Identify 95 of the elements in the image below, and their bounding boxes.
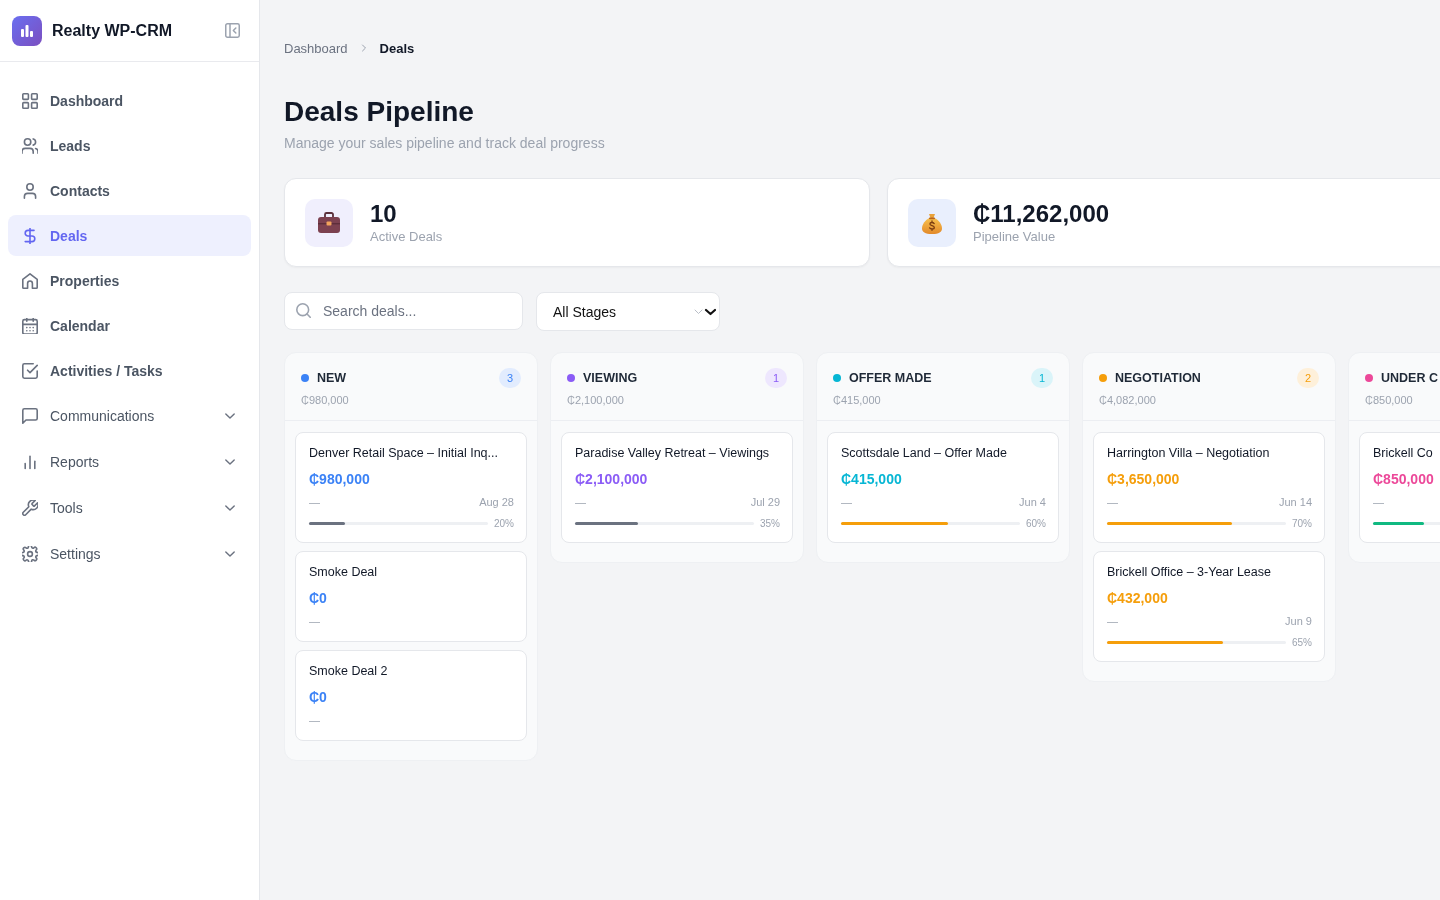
- deal-date: Jul 29: [750, 495, 780, 509]
- chat-bubble-icon: [22, 408, 38, 424]
- calendar-icon: [22, 317, 38, 334]
- breadcrumb-current: Deals: [379, 40, 415, 56]
- stat-label: Active Deals: [370, 228, 443, 245]
- deal-amount: ₵415,000: [841, 470, 903, 488]
- count-badge: 1: [1031, 368, 1053, 388]
- nav-link[interactable]: Activities / Tasks: [8, 350, 251, 391]
- deal-date: Aug 28: [479, 495, 514, 509]
- deal-card[interactable]: Harrington Villa – Negotiation ₵3,650,000 — Jun 14 70%: [1093, 432, 1325, 543]
- stage-title: NEGOTIATION: [1115, 371, 1201, 385]
- deal-detail: —: [309, 713, 320, 727]
- bar-chart-icon: [22, 454, 38, 470]
- deal-title: Smoke Deal: [309, 564, 379, 581]
- deal-date: Jun 9: [1285, 614, 1312, 628]
- nav-link[interactable]: Tools: [8, 487, 251, 529]
- stat-label: Pipeline Value: [973, 228, 1057, 245]
- panel-toggle-icon[interactable]: [225, 23, 240, 38]
- deal-date: Jun 4: [1019, 495, 1046, 509]
- settings-icon: [22, 546, 38, 562]
- deal-title: Paradise Valley Retreat – Viewings: [575, 445, 771, 462]
- stage-title: NEW: [317, 371, 347, 385]
- search-icon: [296, 303, 311, 318]
- deal-detail: —: [309, 614, 320, 628]
- nav-link[interactable]: Contacts: [8, 170, 251, 211]
- deal-amount: ₵3,650,000: [1107, 470, 1181, 488]
- stat-value: ₵11,262,000: [973, 200, 1110, 227]
- stage-title: UNDER C: [1381, 371, 1438, 385]
- search-field[interactable]: Search deals...: [284, 292, 523, 330]
- stage-total: ₵2,100,000: [567, 393, 625, 407]
- deal-title: Brickell Office – 3-Year Lease: [1107, 564, 1272, 581]
- caret-icon: [694, 307, 716, 316]
- deal-title: Brickell Co: [1373, 445, 1434, 462]
- deal-detail: —: [1373, 495, 1384, 509]
- deal-detail: —: [1107, 614, 1118, 628]
- deal-title: Denver Retail Space – Initial Inq...: [309, 445, 499, 462]
- deal-card[interactable]: Scottsdale Land – Offer Made ₵415,000 — Jun 4 60%: [827, 432, 1059, 543]
- deal-card[interactable]: Brickell Office – 3-Year Lease ₵432,000 — Jun 9 65%: [1093, 551, 1325, 662]
- deal-amount: ₵0: [309, 688, 328, 706]
- progress-percent: 60%: [1026, 517, 1046, 529]
- progress-percent: 70%: [1292, 517, 1312, 529]
- count-badge: 2: [1297, 368, 1319, 388]
- users-icon: [22, 137, 38, 154]
- deal-amount: ₵850,000: [1373, 470, 1435, 488]
- stat-value: 10: [370, 200, 398, 227]
- nav-link[interactable]: Deals: [8, 215, 251, 256]
- stage-title: OFFER MADE: [849, 371, 932, 385]
- deal-detail: —: [1107, 495, 1118, 509]
- nav-link[interactable]: Leads: [8, 125, 251, 166]
- nav-link[interactable]: Communications: [8, 395, 251, 437]
- grid-icon: [22, 92, 38, 109]
- money-bag-icon: [908, 198, 956, 247]
- deal-detail: —: [575, 495, 586, 509]
- nav-link[interactable]: Reports: [8, 441, 251, 483]
- deal-amount: ₵432,000: [1107, 589, 1169, 607]
- dollar-icon: [22, 227, 38, 244]
- count-badge: 1: [765, 368, 787, 388]
- brand-name: Realty WP-CRM: [52, 21, 173, 40]
- breadcrumb-link[interactable]: Dashboard: [284, 40, 348, 56]
- chart-logo-icon: [12, 15, 42, 46]
- deal-title: Scottsdale Land – Offer Made: [841, 445, 1008, 462]
- deal-amount: ₵0: [309, 589, 328, 607]
- nav-link[interactable]: Settings: [8, 533, 251, 575]
- deal-title: Smoke Deal 2: [309, 663, 389, 680]
- stage-total: ₵980,000: [301, 393, 350, 407]
- deal-title: Harrington Villa – Negotiation: [1107, 445, 1271, 462]
- user-icon: [22, 182, 38, 199]
- nav-link[interactable]: Dashboard: [8, 80, 251, 121]
- deal-detail: —: [309, 495, 320, 509]
- stage-select[interactable]: All Stages: [536, 292, 720, 331]
- deal-card[interactable]: Brickell Co ₵850,000 —: [1359, 432, 1440, 543]
- progress-percent: 35%: [760, 517, 780, 529]
- deal-date: Jun 14: [1278, 495, 1312, 509]
- stage-title: VIEWING: [583, 371, 638, 385]
- deal-card[interactable]: Smoke Deal ₵0 —: [295, 551, 527, 642]
- progress-percent: 65%: [1292, 636, 1312, 648]
- page-title: Deals Pipeline: [284, 95, 475, 129]
- deal-card[interactable]: Denver Retail Space – Initial Inq... ₵980,000 — Aug 28 20%: [295, 432, 527, 543]
- nav-link[interactable]: Properties: [8, 260, 251, 301]
- deal-card[interactable]: Paradise Valley Retreat – Viewings ₵2,100,000 — Jul 29 35%: [561, 432, 793, 543]
- checkbox-icon: [22, 362, 38, 379]
- page-subtitle: Manage your sales pipeline and track deal progress: [284, 134, 606, 153]
- progress-percent: 20%: [494, 517, 514, 529]
- deal-detail: —: [841, 495, 852, 509]
- nav-link[interactable]: Calendar: [8, 305, 251, 346]
- stage-total: ₵4,082,000: [1099, 393, 1157, 407]
- wrench-icon: [22, 500, 38, 516]
- deal-amount: ₵2,100,000: [575, 470, 649, 488]
- stage-total: ₵415,000: [833, 393, 882, 407]
- briefcase-icon: [305, 198, 353, 247]
- count-badge: 3: [499, 368, 521, 388]
- stage-total: ₵850,000: [1365, 393, 1414, 407]
- deal-amount: ₵980,000: [309, 470, 371, 488]
- deal-card[interactable]: Smoke Deal 2 ₵0 —: [295, 650, 527, 741]
- home-icon: [22, 272, 38, 289]
